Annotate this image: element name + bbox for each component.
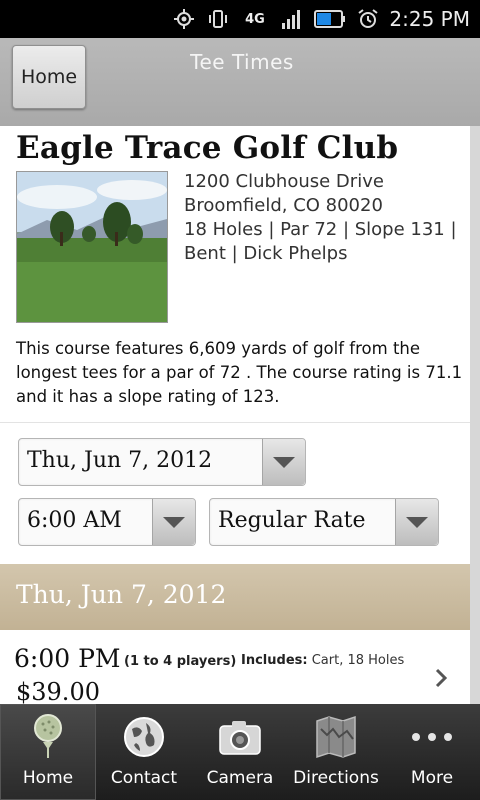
signal-icon	[280, 7, 304, 31]
tab-contact-label: Contact	[110, 768, 178, 788]
address-line2: Broomfield, CO 80020	[184, 195, 383, 216]
tee-players: (1 to 4 players)	[124, 654, 237, 669]
chevron-down-icon	[163, 516, 185, 528]
rate-select-value: Regular Rate	[218, 508, 366, 533]
alarm-icon	[356, 7, 380, 31]
network-label: 4G	[245, 11, 265, 27]
4g-icon: 4G	[240, 7, 270, 31]
details-line1: 18 Holes | Par 72 | Slope 131 |	[184, 219, 457, 240]
scrollbar[interactable]	[470, 126, 480, 706]
rate-select[interactable]: Regular Rate	[209, 498, 439, 546]
tee-time: 6:00 PM	[14, 644, 121, 673]
tab-camera[interactable]: Camera	[192, 704, 288, 800]
divider	[0, 422, 470, 423]
tab-home[interactable]: Home	[0, 704, 96, 800]
tab-directions-label: Directions	[293, 768, 379, 788]
tab-directions[interactable]: Directions	[288, 704, 384, 800]
date-select-value: Thu, Jun 7, 2012	[27, 448, 213, 473]
chevron-down-icon	[273, 456, 295, 468]
tab-more-label: More	[410, 768, 454, 788]
time-dropdown-button[interactable]	[152, 499, 195, 545]
header-bar: Home Tee Times	[0, 38, 480, 126]
date-select[interactable]: Thu, Jun 7, 2012	[18, 438, 306, 486]
includes-label: Includes:	[241, 653, 308, 668]
gps-icon	[172, 7, 196, 31]
course-name: Eagle Trace Golf Club	[16, 130, 399, 166]
vibrate-icon	[206, 7, 230, 31]
bottom-tab-bar: Home Contact Camera Directions More	[0, 704, 480, 800]
more-dots-icon	[384, 712, 480, 762]
golf-ball-icon	[0, 712, 96, 762]
status-time: 2:25 PM	[389, 7, 470, 31]
course-photo	[16, 171, 168, 323]
page-title: Tee Times	[190, 50, 294, 74]
tee-time-row[interactable]: 6:00 PM (1 to 4 players) Includes: Cart,…	[0, 630, 470, 706]
globe-icon	[96, 712, 192, 762]
chevron-down-icon	[406, 516, 428, 528]
tab-home-label: Home	[22, 768, 74, 788]
status-icons: 4G	[172, 6, 380, 32]
battery-icon	[314, 7, 346, 31]
results-date-header: Thu, Jun 7, 2012	[0, 564, 470, 630]
tee-price: $39.00	[16, 678, 100, 706]
chevron-right-icon[interactable]	[433, 666, 449, 696]
time-select[interactable]: 6:00 AM	[18, 498, 196, 546]
date-dropdown-button[interactable]	[262, 439, 305, 485]
tab-more[interactable]: More	[384, 704, 480, 800]
content-area[interactable]: Eagle Trace Golf Club 1200 Clubhouse Dri…	[0, 126, 470, 706]
map-icon	[288, 712, 384, 762]
tab-contact[interactable]: Contact	[96, 704, 192, 800]
address-line1: 1200 Clubhouse Drive	[184, 171, 384, 192]
time-select-value: 6:00 AM	[27, 508, 122, 533]
tee-includes: Includes: Cart, 18 Holes	[241, 653, 404, 668]
details-line2: Bent | Dick Phelps	[184, 243, 348, 264]
status-bar: 4G 2:25 PM	[0, 0, 480, 38]
rate-dropdown-button[interactable]	[395, 499, 438, 545]
results-date-label: Thu, Jun 7, 2012	[16, 580, 227, 609]
includes-value: Cart, 18 Holes	[311, 653, 405, 668]
tab-camera-label: Camera	[206, 768, 274, 788]
course-info: 1200 Clubhouse Drive Broomfield, CO 8002…	[184, 170, 457, 266]
camera-icon	[192, 712, 288, 762]
course-description: This course features 6,609 yards of golf…	[16, 339, 463, 406]
